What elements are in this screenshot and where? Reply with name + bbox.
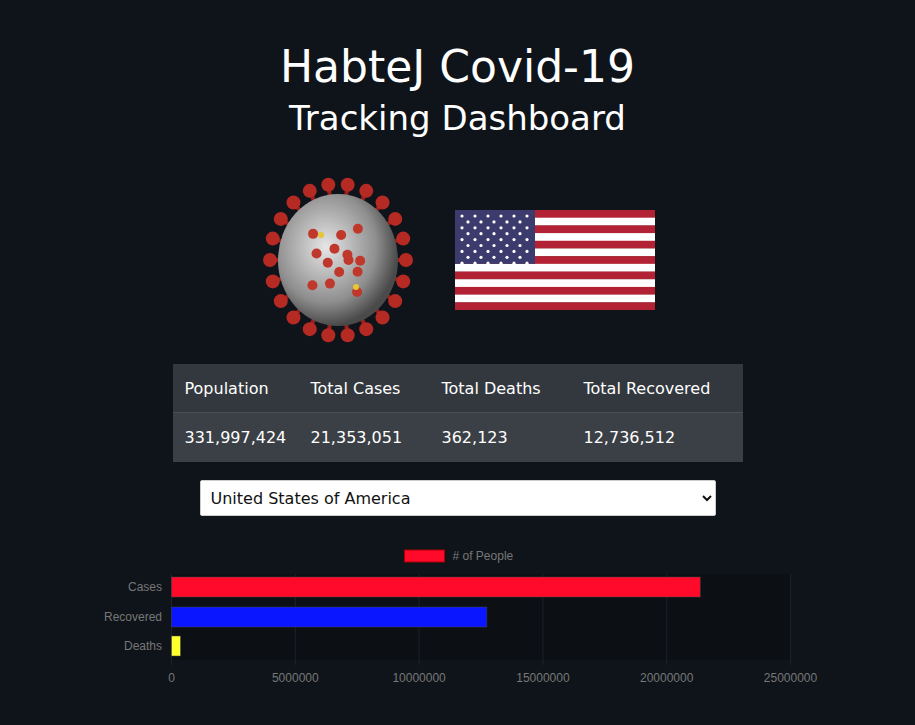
header-cell: Total Deaths <box>430 364 572 412</box>
subtitle: Tracking Dashboard <box>289 96 626 140</box>
table-cell: 12,736,512 <box>572 413 743 462</box>
header-cell: Total Recovered <box>572 364 743 412</box>
axis-tick: 15000000 <box>516 671 570 685</box>
title: HabteJ Covid-19 <box>280 40 635 94</box>
chart-container: # of People 0 5000000 10000000 15000000 20000… <box>78 545 838 695</box>
category-label: Cases <box>127 580 161 594</box>
axis-tick: 0 <box>168 671 175 685</box>
header-cell: Population <box>173 364 299 412</box>
bar <box>171 607 486 627</box>
bar <box>171 636 180 656</box>
virus-icon <box>261 175 415 345</box>
legend-swatch <box>404 550 444 562</box>
us-flag-icon <box>455 210 655 310</box>
axis-tick: 25000000 <box>763 671 817 685</box>
category-label: Deaths <box>123 639 161 653</box>
table-header: PopulationTotal CasesTotal DeathsTotal R… <box>173 364 743 413</box>
table-row: 331,997,42421,353,051362,12312,736,512 <box>173 413 743 462</box>
dashboard: HabteJ Covid-19Tracking Dashboard Populat… <box>0 0 915 725</box>
stats-table: PopulationTotal CasesTotal DeathsTotal R… <box>173 364 743 462</box>
header-cell: Total Cases <box>299 364 430 412</box>
country-select[interactable]: United States of America <box>200 480 716 516</box>
image-row <box>261 175 655 345</box>
bar <box>171 577 700 597</box>
axis-tick: 5000000 <box>271 671 318 685</box>
axis-tick: 20000000 <box>640 671 694 685</box>
table-cell: 331,997,424 <box>173 413 299 462</box>
legend-label: # of People <box>452 549 513 563</box>
axis-tick: 10000000 <box>392 671 446 685</box>
table-cell: 21,353,051 <box>299 413 430 462</box>
category-label: Recovered <box>103 610 161 624</box>
bar-chart: # of People 0 5000000 10000000 15000000 20000… <box>78 545 838 695</box>
table-cell: 362,123 <box>430 413 572 462</box>
